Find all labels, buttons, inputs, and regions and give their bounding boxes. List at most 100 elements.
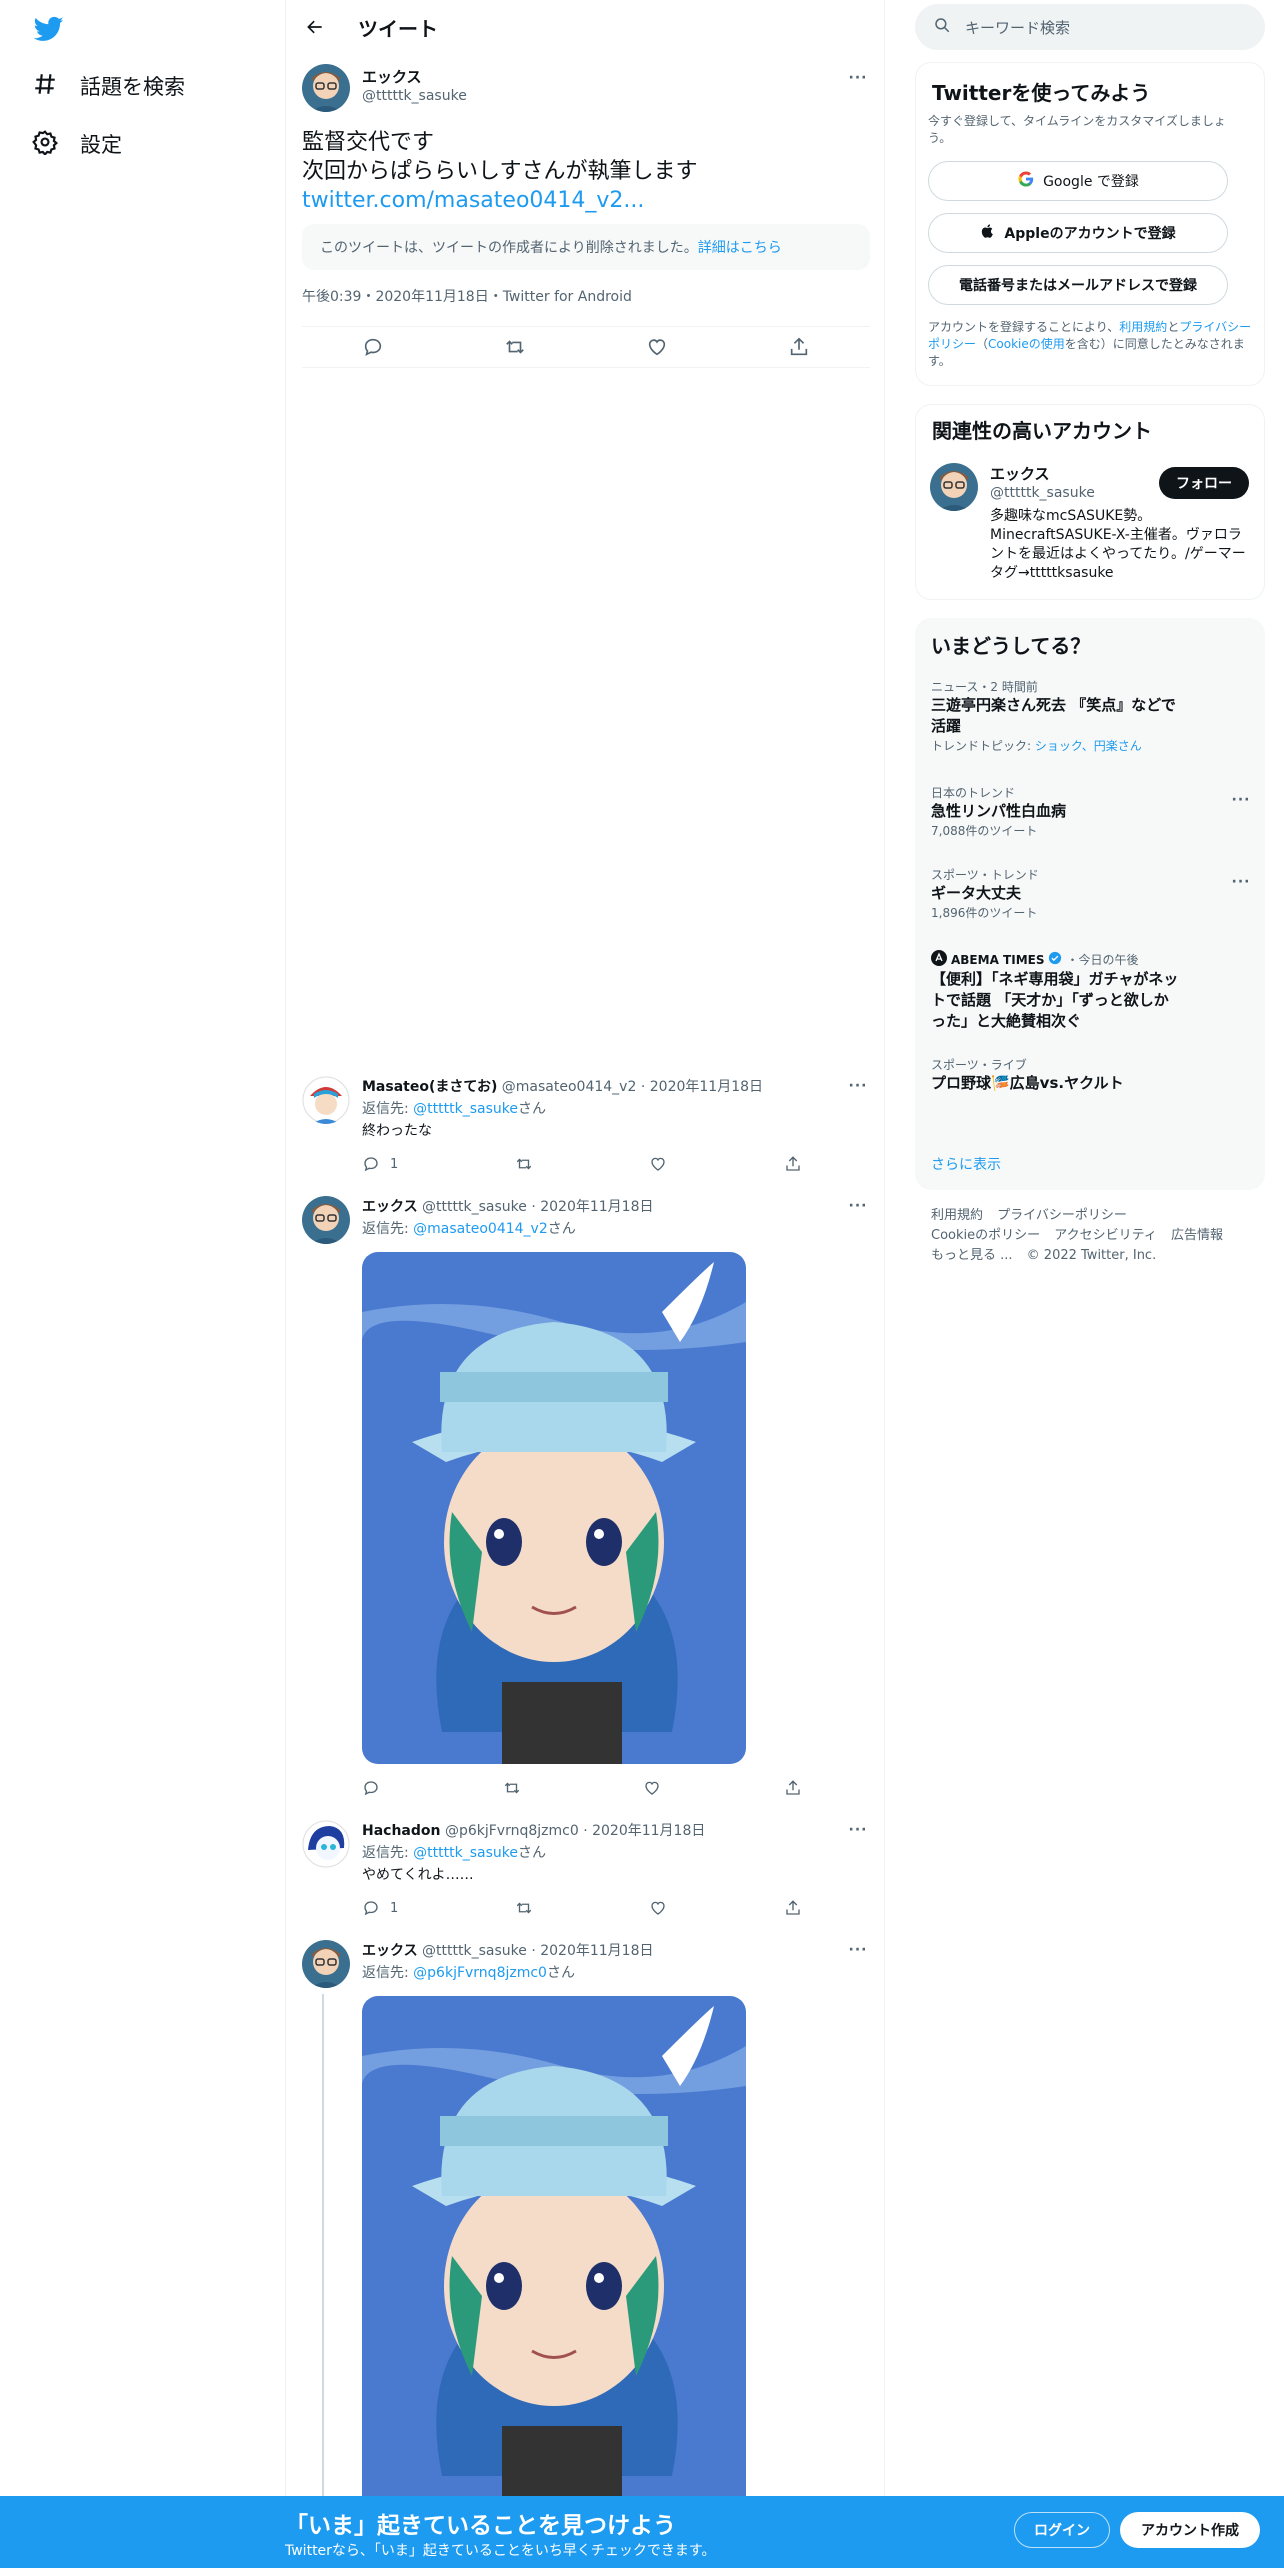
author-name[interactable]: Hachadon (362, 1823, 440, 1839)
tweet-link[interactable]: twitter.com/masateo0414_v2... (302, 186, 698, 215)
reply-icon[interactable]: 1 (362, 1155, 398, 1173)
avatar[interactable] (302, 1820, 350, 1868)
tweet-image[interactable] (362, 1252, 746, 1764)
reply-to-mention[interactable]: @tttttk_sasuke (413, 1845, 518, 1861)
trend-title: プロ野球🎏広島vs.ヤクルト (931, 1074, 1124, 1092)
retweet-icon[interactable] (515, 1899, 533, 1917)
more-options-icon[interactable]: ··· (846, 1938, 870, 1962)
avatar[interactable] (302, 1196, 350, 1244)
show-more-link[interactable]: さらに表示 (931, 1154, 1001, 1174)
reply-icon[interactable]: 1 (362, 1899, 398, 1917)
retweet-icon[interactable] (515, 1155, 533, 1173)
trend-item[interactable]: スポーツ・ライブ プロ野球🎏広島vs.ヤクルト (931, 1056, 1251, 1094)
bottom-signup-bar: 「いま」起きていることを見つけよう Twitterなら、「いま」起きていることを… (0, 2496, 1284, 2568)
trend-item[interactable]: ABEMA TIMES ・今日の午後 【便利】「ネギ専用袋」ガチャがネットで話題… (931, 950, 1251, 1032)
trends-title: いまどうしてる？ (931, 634, 1091, 658)
retweet-icon[interactable] (503, 1779, 521, 1797)
search-input[interactable]: キーワード検索 (915, 4, 1265, 50)
trend-source: ABEMA TIMES ・今日の午後 (931, 950, 1251, 969)
trend-item[interactable]: スポーツ・トレンド ギータ大丈夫 1,896件のツイート (931, 866, 1251, 921)
separator-dot: · (531, 1199, 536, 1215)
follow-button[interactable]: フォロー (1159, 467, 1249, 499)
like-heart-icon[interactable] (643, 1779, 661, 1797)
more-options-icon[interactable]: ··· (846, 66, 870, 90)
related-name[interactable]: エックス (990, 463, 1050, 484)
reply-icon[interactable] (362, 336, 384, 358)
avatar[interactable] (302, 1940, 350, 1988)
avatar[interactable] (302, 1076, 350, 1124)
avatar[interactable] (930, 463, 978, 511)
footer-cookie-link[interactable]: Cookieのポリシー (931, 1228, 1040, 1243)
author-name[interactable]: エックス (362, 1943, 418, 1959)
reply-to-prefix: 返信先: (362, 1221, 414, 1237)
author-handle[interactable]: @masateo0414_v2 (502, 1079, 637, 1095)
more-options-icon[interactable]: ··· (1229, 870, 1253, 894)
like-heart-icon[interactable] (646, 336, 668, 358)
reply-tweet[interactable]: エックス @tttttk_sasuke · 2020年11月18日 ··· 返信… (286, 1196, 884, 1796)
learn-more-link[interactable]: 詳細はこちら (698, 237, 782, 257)
google-signup-button[interactable]: Google で登録 (928, 161, 1228, 201)
tweet-text: 終わったな (362, 1123, 432, 1139)
tweet-image[interactable] (362, 1996, 746, 2496)
author-name[interactable]: エックス (362, 1199, 418, 1215)
reply-to-mention[interactable]: @masateo0414_v2 (413, 1221, 548, 1237)
tweet-date[interactable]: 2020年11月18日 (540, 1943, 653, 1959)
share-icon[interactable] (784, 1779, 802, 1797)
trend-topic-links[interactable]: ショック、円楽さん (1035, 739, 1142, 753)
apple-signup-button[interactable]: Appleのアカウントで登録 (928, 213, 1228, 253)
tweet-date[interactable]: 2020年11月18日 (592, 1823, 705, 1839)
nav-explore[interactable]: 話題を検索 (32, 64, 185, 108)
tweet-meta[interactable]: 午後0:39・2020年11月18日・Twitter for Android (302, 286, 632, 306)
trend-topics: トレンドトピック: ショック、円楽さん (931, 737, 1251, 754)
more-options-icon[interactable]: ··· (1229, 788, 1253, 812)
reply-icon[interactable] (362, 1779, 380, 1797)
related-handle[interactable]: @tttttk_sasuke (990, 485, 1095, 501)
more-options-icon[interactable]: ··· (846, 1818, 870, 1842)
nav-settings[interactable]: 設定 (32, 122, 122, 166)
reply-tweet[interactable]: Masateo(まさてお) @masateo0414_v2 · 2020年11月… (286, 1076, 884, 1186)
tweet-date[interactable]: 2020年11月18日 (540, 1199, 653, 1215)
footer-ads-link[interactable]: 広告情報 (1171, 1228, 1223, 1243)
more-options-icon[interactable]: ··· (846, 1194, 870, 1218)
related-title: 関連性の高いアカウント (932, 419, 1152, 443)
terms-link[interactable]: 利用規約 (1119, 320, 1167, 334)
phone-email-signup-button[interactable]: 電話番号またはメールアドレスで登録 (928, 265, 1228, 305)
reply-tweet[interactable]: エックス @tttttk_sasuke · 2020年11月18日 ··· 返信… (286, 1940, 884, 2496)
trend-item[interactable]: ニュース・2 時間前 三遊亭円楽さん死去 『笑点』などで活躍 トレンドトピック:… (931, 678, 1251, 754)
create-account-button[interactable]: アカウント作成 (1120, 2512, 1260, 2548)
tweet-date[interactable]: 2020年11月18日 (650, 1079, 763, 1095)
twitter-logo-icon[interactable] (32, 14, 66, 44)
author-name[interactable]: エックス (362, 66, 422, 87)
login-button[interactable]: ログイン (1014, 2512, 1110, 2548)
footer-accessibility-link[interactable]: アクセシビリティ (1054, 1228, 1157, 1243)
search-icon (933, 16, 951, 38)
reply-to-prefix: 返信先: (362, 1101, 414, 1117)
main-column: ツイート エックス @tttttk_sasuke ··· 監督交代です 次回から… (285, 0, 885, 2568)
author-handle[interactable]: @tttttk_sasuke (422, 1199, 527, 1215)
share-icon[interactable] (788, 336, 810, 358)
reply-to-mention[interactable]: @tttttk_sasuke (413, 1101, 518, 1117)
reply-to-mention[interactable]: @p6kjFvrnq8jzmc0 (413, 1965, 547, 1981)
retweet-icon[interactable] (504, 336, 526, 358)
footer-privacy-link[interactable]: プライバシーポリシー (997, 1208, 1127, 1223)
share-icon[interactable] (784, 1899, 802, 1917)
reply-tweet[interactable]: Hachadon @p6kjFvrnq8jzmc0 · 2020年11月18日 … (286, 1820, 884, 1930)
author-name[interactable]: Masateo(まさてお) (362, 1079, 497, 1095)
like-heart-icon[interactable] (649, 1155, 667, 1173)
reply-to: 返信先: @tttttk_sasukeさん (362, 1098, 546, 1118)
cookie-link[interactable]: Cookieの使用 (988, 337, 1065, 351)
footer-more-link[interactable]: もっと見る ... (931, 1248, 1013, 1263)
trend-item[interactable]: 日本のトレンド 急性リンパ性白血病 7,088件のツイート (931, 784, 1251, 839)
reply-to-suffix: さん (518, 1101, 546, 1117)
terms-prefix: アカウントを登録することにより、 (928, 320, 1120, 334)
share-icon[interactable] (784, 1155, 802, 1173)
author-handle[interactable]: @tttttk_sasuke (422, 1943, 527, 1959)
author-handle[interactable]: @tttttk_sasuke (362, 88, 467, 104)
trend-category: ニュース・2 時間前 (931, 680, 1038, 694)
more-options-icon[interactable]: ··· (846, 1074, 870, 1098)
avatar[interactable] (302, 64, 350, 112)
like-heart-icon[interactable] (649, 1899, 667, 1917)
footer-terms-link[interactable]: 利用規約 (931, 1208, 983, 1223)
author-handle[interactable]: @p6kjFvrnq8jzmc0 (445, 1823, 579, 1839)
back-arrow-icon[interactable] (298, 10, 332, 44)
